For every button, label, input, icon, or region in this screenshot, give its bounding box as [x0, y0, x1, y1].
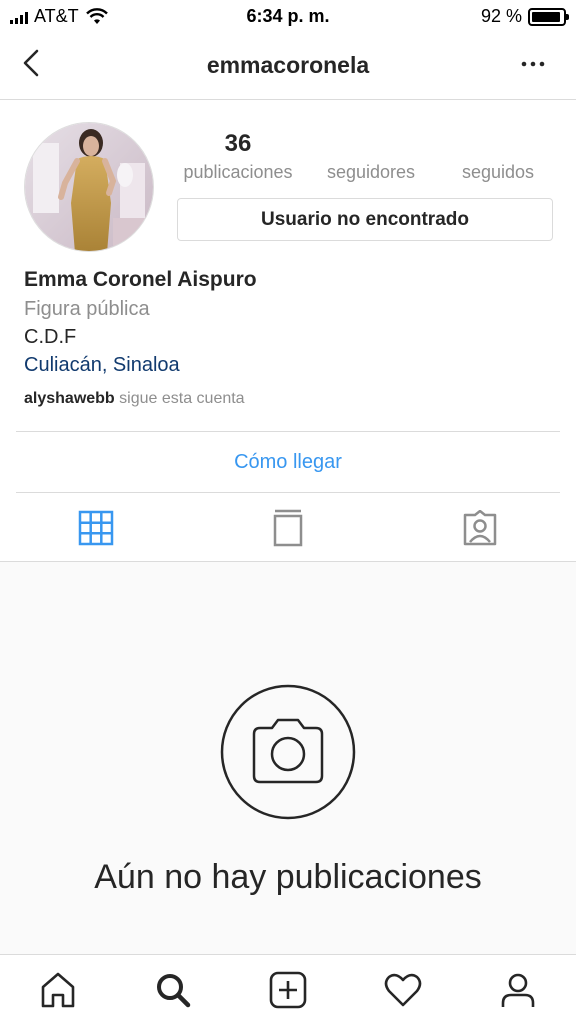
full-name: Emma Coronel Aispuro	[24, 268, 257, 291]
feed-icon	[273, 509, 303, 546]
bio-text: C.D.F	[24, 326, 77, 348]
tagged-icon	[463, 509, 497, 545]
profile-tabs	[0, 494, 576, 562]
status-bar: AT&T 6:34 p. m. 92 %	[0, 0, 576, 34]
tab-grid[interactable]	[0, 494, 192, 561]
more-horizontal-icon[interactable]	[518, 54, 548, 74]
grid-icon	[78, 510, 114, 545]
bottom-nav	[0, 954, 576, 1024]
profile-bio: Emma Coronel Aispuro Figura pública C.D.…	[24, 268, 554, 408]
heart-icon	[384, 973, 422, 1006]
stat-following-label: seguidos	[461, 162, 535, 182]
location-link[interactable]: Culiacán, Sinaloa	[24, 354, 554, 382]
empty-posts: Aún no hay publicaciones	[0, 562, 576, 954]
tab-tagged[interactable]	[384, 494, 576, 561]
user-not-found-button[interactable]: Usuario no encontrado	[177, 198, 553, 241]
battery-icon	[528, 7, 569, 26]
followed-by-user[interactable]: alyshawebb	[24, 390, 115, 407]
stat-posts-value: 36	[224, 130, 252, 157]
followed-by[interactable]: alyshawebb sigue esta cuenta	[24, 390, 554, 408]
stat-following-value	[436, 130, 560, 160]
followed-by-text: sigue esta cuenta	[119, 390, 245, 407]
avatar-image	[25, 123, 153, 251]
camera-icon	[220, 684, 356, 820]
profile-icon	[502, 973, 535, 1007]
battery-group: 92 %	[480, 6, 569, 27]
stat-followers-value	[306, 130, 436, 160]
profile-username: emmacoronela	[206, 52, 370, 78]
add-icon	[269, 971, 307, 1008]
search-icon	[156, 973, 191, 1007]
nav-home[interactable]	[0, 955, 115, 1024]
empty-message: Aún no hay publicaciones	[94, 858, 482, 896]
avatar[interactable]	[24, 122, 154, 252]
profile-stats: 36 publicaciones seguidores seguidos	[170, 130, 560, 183]
nav-add[interactable]	[230, 955, 345, 1024]
category-label: Figura pública	[24, 298, 150, 320]
home-icon	[41, 972, 74, 1007]
directions-button[interactable]: Cómo llegar	[16, 431, 560, 493]
nav-search[interactable]	[115, 955, 230, 1024]
stat-posts[interactable]: 36 publicaciones	[170, 130, 306, 183]
nav-profile[interactable]	[461, 955, 576, 1024]
stat-following[interactable]: seguidos	[436, 130, 560, 183]
stat-posts-label: publicaciones	[183, 162, 293, 182]
nav-activity[interactable]	[346, 955, 461, 1024]
stat-followers-label: seguidores	[326, 162, 416, 182]
stat-followers[interactable]: seguidores	[306, 130, 436, 183]
profile-header: emmacoronela	[0, 34, 576, 100]
tab-feed[interactable]	[192, 494, 384, 561]
battery-percent: 92 %	[480, 6, 522, 26]
